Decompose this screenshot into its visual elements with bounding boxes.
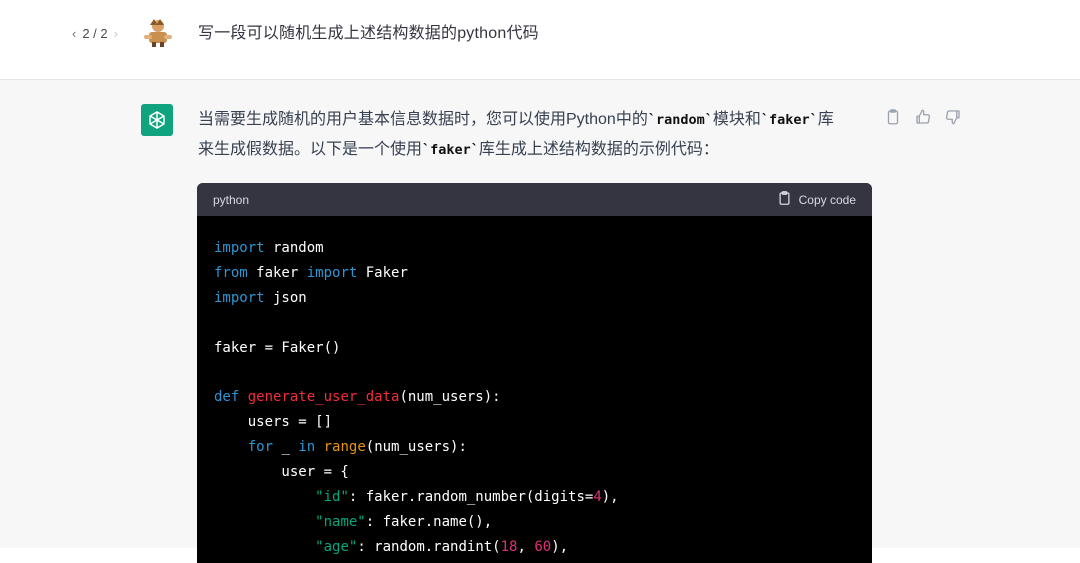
code-line: faker = Faker() — [214, 336, 855, 361]
clipboard-icon — [777, 190, 792, 209]
pager-position: 2 / 2 — [82, 25, 108, 41]
chatgpt-logo-icon — [141, 104, 173, 136]
code-token: in — [298, 439, 316, 456]
copy-code-button[interactable]: Copy code — [777, 190, 856, 209]
assistant-message-row: 当需要生成随机的用户基本信息数据时，您可以使用Python中的`random`模… — [0, 80, 1080, 563]
code-line: import json — [214, 286, 855, 311]
thumbs-down-icon[interactable] — [944, 108, 962, 126]
code-token: ), — [551, 538, 569, 555]
code-token: Faker — [357, 264, 408, 281]
clipboard-icon[interactable] — [884, 108, 902, 126]
code-token: range — [323, 439, 366, 456]
code-token: def — [214, 389, 240, 406]
code-body: import random from faker import Faker impo… — [197, 216, 872, 563]
code-line: def generate_user_data(num_users): — [214, 385, 855, 410]
answer-text-part: 模块和 — [712, 111, 761, 128]
code-token: "age" — [315, 538, 358, 555]
user-avatar — [141, 17, 175, 47]
code-token: for — [247, 439, 274, 456]
user-message-row: ‹ 2 / 2 › 写一段可以随机生成上述结构数据的python代码 — [0, 0, 1080, 80]
code-token: user = { — [214, 464, 349, 481]
copy-code-label: Copy code — [798, 192, 856, 207]
code-token: from — [214, 264, 248, 281]
previous-version-button[interactable]: ‹ — [72, 26, 76, 41]
code-token: 60 — [534, 538, 552, 555]
code-token: import — [214, 240, 265, 256]
code-line: import random — [214, 236, 855, 261]
code-line: user = { — [214, 460, 855, 485]
user-message-text: 写一段可以随机生成上述结构数据的python代码 — [198, 25, 539, 42]
code-token: 18 — [500, 538, 518, 555]
next-version-button[interactable]: › — [114, 26, 118, 41]
answer-text-part: 库 — [817, 111, 834, 128]
code-line: users = [] — [214, 410, 855, 435]
code-line: "id": faker.random_number(digits=4), — [214, 485, 855, 510]
code-token: : faker.name(), — [365, 513, 493, 530]
code-token: generate_user_data — [247, 389, 400, 406]
inline-code-faker: `faker` — [422, 142, 479, 158]
message-pager: ‹ 2 / 2 › — [72, 24, 118, 42]
code-line: from faker import Faker — [214, 261, 855, 286]
code-token: "name" — [315, 513, 366, 530]
code-token: import — [306, 264, 358, 281]
code-token: faker — [247, 264, 307, 281]
thumbs-up-icon[interactable] — [914, 108, 932, 126]
inline-code-random: `random` — [647, 112, 713, 128]
inline-code-faker: `faker` — [760, 112, 818, 128]
code-token: random — [264, 240, 324, 256]
code-token: users = [] — [214, 414, 333, 431]
code-block: python Copy code import random from faker… — [197, 183, 872, 563]
code-token: : faker.random_number(digits= — [348, 488, 594, 505]
code-token: (num_users): — [399, 389, 501, 406]
answer-text-part: 来生成假数据。以下是一个使用 — [198, 141, 423, 158]
code-token: (num_users): — [365, 439, 467, 456]
code-token: 4 — [593, 488, 602, 505]
code-token: , — [517, 538, 535, 555]
code-block-header: python Copy code — [197, 183, 872, 216]
answer-text-part: 当需要生成随机的用户基本信息数据时，您可以使用Python中的 — [198, 111, 648, 128]
assistant-message-text: 当需要生成随机的用户基本信息数据时，您可以使用Python中的`random`模… — [198, 105, 878, 165]
code-line: "age": random.randint(18, 60), — [214, 535, 855, 560]
message-actions — [884, 108, 962, 126]
code-line: "name": faker.name(), — [214, 510, 855, 535]
code-token: json — [264, 289, 307, 306]
code-token: _ — [273, 439, 299, 456]
code-token: ), — [601, 488, 619, 505]
code-line: for _ in range(num_users): — [214, 435, 855, 460]
code-token: import — [214, 289, 265, 306]
code-token: "id" — [315, 488, 349, 505]
answer-text-part: 库生成上述结构数据的示例代码： — [478, 141, 719, 158]
code-token: : random.randint( — [357, 538, 501, 555]
code-language-label: python — [213, 192, 250, 207]
code-token: faker = Faker() — [214, 339, 341, 356]
